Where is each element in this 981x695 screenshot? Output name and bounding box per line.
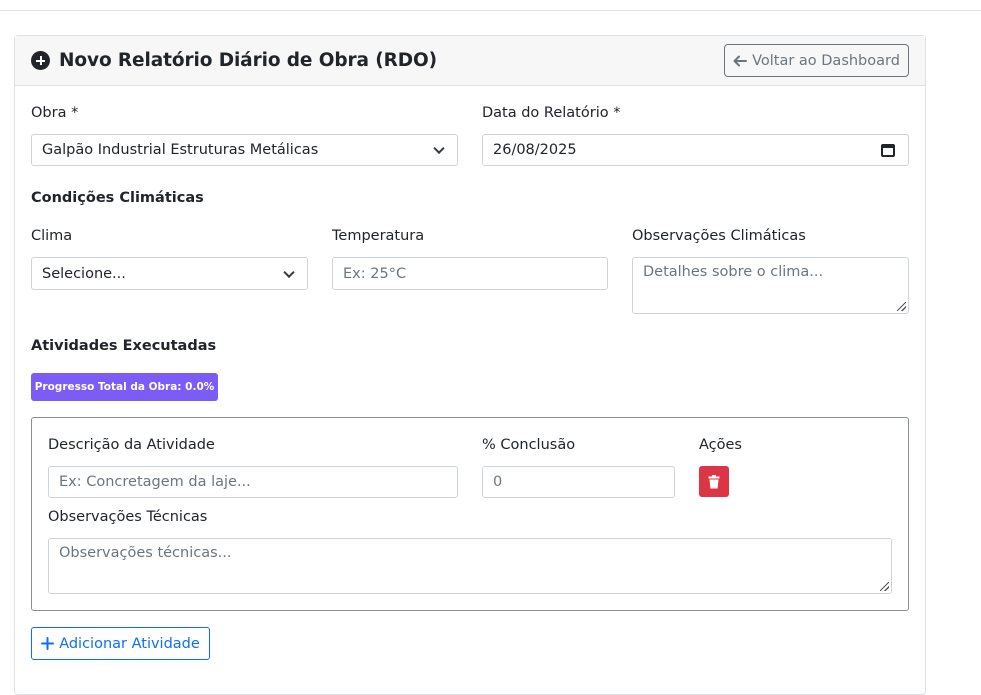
add-activity-button[interactable]: Adicionar Atividade — [31, 627, 210, 660]
temperatura-label: Temperatura — [332, 228, 425, 244]
obs-climaticas-label: Observações Climáticas — [632, 228, 806, 244]
resize-handle-icon[interactable] — [897, 302, 906, 311]
top-divider — [0, 10, 981, 11]
obra-label: Obra * — [31, 105, 79, 121]
descricao-input[interactable]: Ex: Concretagem da laje... — [48, 466, 458, 498]
obra-select[interactable]: Galpão Industrial Estruturas Metálicas — [31, 134, 458, 166]
obs-tecnicas-textarea[interactable]: Observações técnicas... — [48, 538, 892, 594]
plus-icon — [41, 637, 55, 650]
back-button-label: Voltar ao Dashboard — [752, 52, 900, 69]
temperatura-placeholder: Ex: 25°C — [343, 265, 407, 282]
add-activity-label: Adicionar Atividade — [59, 635, 200, 652]
progress-badge: Progresso Total da Obra: 0.0% — [31, 373, 218, 401]
calendar-icon[interactable] — [881, 144, 895, 157]
resize-handle-icon[interactable] — [880, 582, 889, 591]
back-to-dashboard-button[interactable]: Voltar ao Dashboard — [724, 44, 909, 77]
conclusao-input[interactable]: 0 — [482, 466, 675, 498]
clima-select-value: Selecione... — [42, 265, 126, 282]
clima-section-title: Condições Climáticas — [31, 190, 204, 206]
delete-activity-button[interactable] — [699, 466, 729, 497]
acoes-label: Ações — [699, 437, 742, 453]
data-label: Data do Relatório * — [482, 105, 621, 121]
conclusao-label: % Conclusão — [482, 437, 576, 453]
obs-tecnicas-label: Observações Técnicas — [48, 509, 208, 525]
conclusao-value: 0 — [493, 474, 503, 490]
chevron-down-icon — [283, 266, 295, 278]
clima-select[interactable]: Selecione... — [31, 257, 308, 290]
obs-tecnicas-placeholder: Observações técnicas... — [59, 545, 232, 561]
obs-climaticas-textarea[interactable]: Detalhes sobre o clima... — [632, 257, 909, 314]
plus-circle-icon — [31, 51, 50, 70]
page-title: Novo Relatório Diário de Obra (RDO) — [59, 50, 437, 71]
arrow-left-icon — [733, 55, 748, 66]
obra-select-value: Galpão Industrial Estruturas Metálicas — [42, 142, 319, 158]
data-input[interactable]: 26/08/2025 — [482, 134, 909, 166]
descricao-placeholder: Ex: Concretagem da laje... — [59, 474, 251, 490]
chevron-down-icon — [433, 142, 445, 155]
data-input-value: 26/08/2025 — [493, 142, 577, 158]
temperatura-input[interactable]: Ex: 25°C — [332, 257, 608, 290]
atividades-section-title: Atividades Executadas — [31, 338, 217, 354]
card-header: Novo Relatório Diário de Obra (RDO) Volt… — [15, 36, 925, 86]
trash-icon — [708, 474, 720, 488]
descricao-label: Descrição da Atividade — [48, 437, 215, 453]
obs-climaticas-placeholder: Detalhes sobre o clima... — [643, 264, 824, 280]
clima-label: Clima — [31, 228, 73, 244]
